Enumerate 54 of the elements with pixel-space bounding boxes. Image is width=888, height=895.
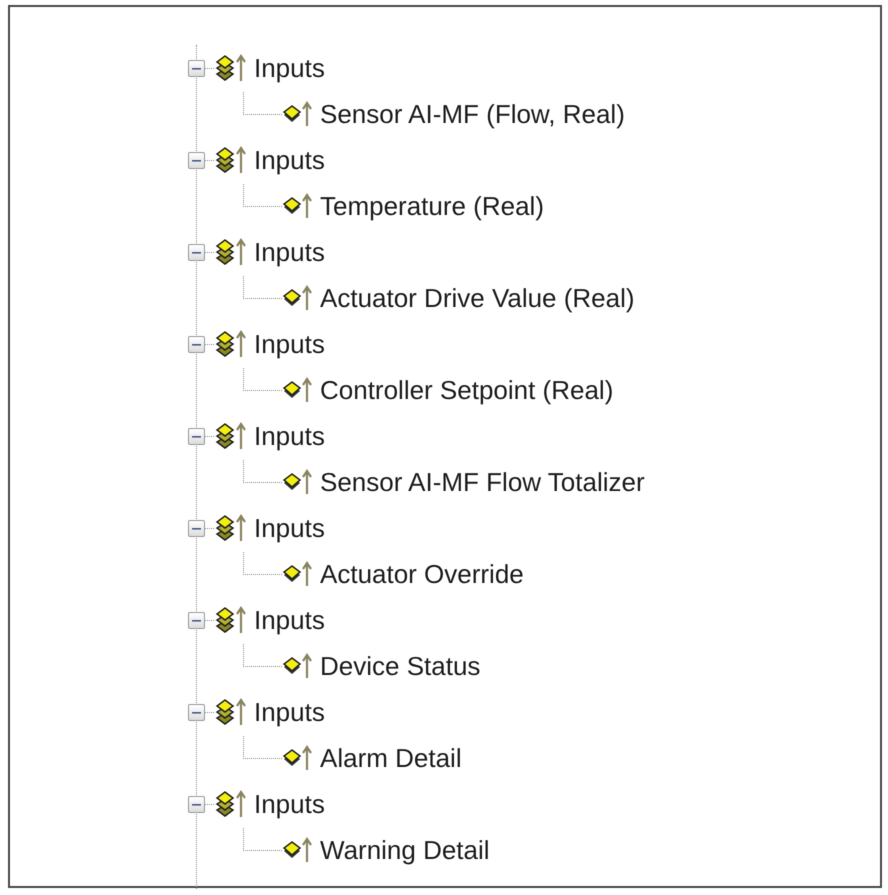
diamond-icon (282, 469, 314, 495)
tree-item-label[interactable]: Controller Setpoint (Real) (320, 374, 614, 406)
tree-node-label[interactable]: Inputs (254, 328, 325, 360)
stacked-diamonds-icon (214, 421, 248, 451)
diamond-icon (282, 193, 314, 219)
collapse-toggle[interactable] (188, 244, 205, 260)
collapse-toggle[interactable] (188, 612, 205, 628)
tree-node-label[interactable]: Inputs (254, 604, 325, 636)
collapse-toggle[interactable] (188, 704, 205, 720)
stacked-diamonds-icon (214, 789, 248, 819)
collapse-toggle[interactable] (188, 152, 205, 168)
stacked-diamonds-icon (214, 513, 248, 543)
tree-connector (243, 92, 282, 115)
tree-node-label[interactable]: Inputs (254, 512, 325, 544)
tree-connector (243, 736, 282, 759)
tree-item-label[interactable]: Alarm Detail (320, 742, 462, 774)
tree-node-label[interactable]: Inputs (254, 52, 325, 84)
stacked-diamonds-icon (214, 697, 248, 727)
diamond-icon (282, 101, 314, 127)
diamond-icon (282, 653, 314, 679)
stacked-diamonds-icon (214, 53, 248, 83)
collapse-toggle[interactable] (188, 520, 205, 536)
tree-item-label[interactable]: Actuator Override (320, 558, 524, 590)
collapse-toggle[interactable] (188, 428, 205, 444)
tree-item-label[interactable]: Actuator Drive Value (Real) (320, 282, 635, 314)
tree-item-label[interactable]: Sensor AI-MF (Flow, Real) (320, 98, 625, 130)
tree-node-label[interactable]: Inputs (254, 420, 325, 452)
tree-node-label[interactable]: Inputs (254, 696, 325, 728)
diamond-icon (282, 745, 314, 771)
tree-item-label[interactable]: Device Status (320, 650, 480, 682)
tree-connector (243, 644, 282, 667)
stacked-diamonds-icon (214, 605, 248, 635)
tree-connector (243, 368, 282, 391)
tree-connector (243, 276, 282, 299)
diamond-icon (282, 837, 314, 863)
diamond-icon (282, 561, 314, 587)
diamond-icon (282, 285, 314, 311)
tree-node-label[interactable]: Inputs (254, 144, 325, 176)
tree-item-label[interactable]: Temperature (Real) (320, 190, 544, 222)
tree-node-label[interactable]: Inputs (254, 236, 325, 268)
tree-item-label[interactable]: Sensor AI-MF Flow Totalizer (320, 466, 645, 498)
collapse-toggle[interactable] (188, 60, 205, 76)
tree-connector (243, 460, 282, 483)
tree-item-label[interactable]: Warning Detail (320, 834, 490, 866)
stacked-diamonds-icon (214, 145, 248, 175)
stacked-diamonds-icon (214, 329, 248, 359)
tree-connector (243, 552, 282, 575)
diamond-icon (282, 377, 314, 403)
collapse-toggle[interactable] (188, 796, 205, 812)
collapse-toggle[interactable] (188, 336, 205, 352)
stacked-diamonds-icon (214, 237, 248, 267)
tree-node-label[interactable]: Inputs (254, 788, 325, 820)
tree-connector (243, 184, 282, 207)
tree-connector (243, 828, 282, 851)
